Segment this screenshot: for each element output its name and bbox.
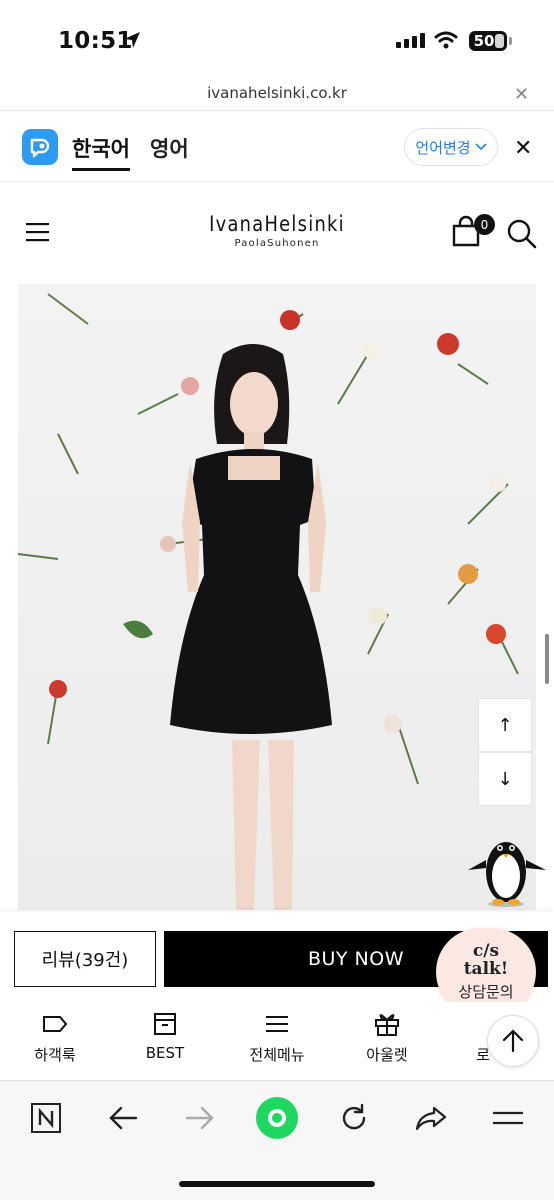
cs-talk-title: c/s talk!: [464, 942, 509, 978]
papago-icon: [22, 129, 58, 165]
share-icon[interactable]: [411, 1098, 451, 1138]
forward-arrow-icon[interactable]: [180, 1098, 220, 1138]
bottom-nav-label: BEST: [145, 1044, 185, 1062]
penguin-chat-icon[interactable]: [466, 826, 548, 908]
wifi-icon: [434, 31, 458, 49]
translate-close-icon[interactable]: ✕: [514, 136, 532, 161]
search-icon[interactable]: [506, 218, 538, 250]
back-arrow-icon[interactable]: [103, 1098, 143, 1138]
bottom-nav-item-wedding-guest[interactable]: 하객룩: [5, 1010, 105, 1065]
bottom-nav-item-outlet[interactable]: 아울렛: [337, 1010, 437, 1065]
divider: [0, 110, 554, 111]
green-dot-icon: [268, 1109, 286, 1127]
tab-active-underline: [72, 168, 130, 171]
close-icon[interactable]: ✕: [514, 84, 529, 105]
bottom-nav-label: 하객룩: [34, 1046, 76, 1064]
cart-count-badge: 0: [474, 214, 495, 235]
url-text[interactable]: ivanahelsinki.co.kr: [0, 84, 554, 102]
tab-korean[interactable]: 한국어: [72, 133, 130, 163]
menu-icon: [266, 1016, 288, 1032]
naver-home-icon[interactable]: [26, 1098, 66, 1138]
signal-icon: [396, 33, 425, 48]
box-icon: [154, 1013, 176, 1035]
battery-tip: [509, 37, 512, 45]
bottom-nav-label: 아울렛: [366, 1046, 408, 1064]
brand-logo[interactable]: IvanaHelsinki PaolaSuhonen: [170, 212, 384, 249]
tag-icon: [43, 1016, 68, 1032]
arrow-up-icon: [502, 1029, 524, 1053]
scroll-to-top-button[interactable]: [487, 1015, 539, 1067]
cs-talk-subtitle: 상담문의: [458, 983, 514, 1001]
cs-title-line1: c/s: [472, 941, 500, 961]
bottom-nav-label: 전체메뉴: [249, 1046, 305, 1064]
scroll-down-button[interactable]: ↓: [478, 752, 532, 806]
green-dot-button[interactable]: [256, 1097, 298, 1139]
gift-icon: [375, 1014, 399, 1036]
bottom-nav-item-all-menu[interactable]: 전체메뉴: [227, 1010, 327, 1065]
scroll-up-button[interactable]: ↑: [478, 698, 532, 752]
brand-name: IvanaHelsinki: [209, 212, 345, 236]
arrow-down-icon: ↓: [497, 768, 513, 790]
refresh-icon[interactable]: [334, 1098, 374, 1138]
cs-title-line2: talk!: [463, 959, 509, 979]
review-button[interactable]: 리뷰(39건): [14, 931, 156, 987]
arrow-up-icon: ↑: [497, 714, 513, 736]
divider: [0, 181, 554, 182]
tab-english[interactable]: 영어: [150, 133, 189, 163]
chevron-down-icon: [475, 143, 487, 151]
scroll-indicator[interactable]: [545, 634, 549, 684]
home-indicator: [179, 1181, 375, 1187]
change-language-button[interactable]: 언어변경: [404, 128, 498, 166]
hamburger-menu-icon[interactable]: [26, 222, 50, 242]
product-photo[interactable]: [18, 284, 536, 910]
battery-icon: 50: [469, 31, 507, 51]
change-language-label: 언어변경: [415, 138, 471, 157]
brand-subtitle: PaolaSuhonen: [234, 238, 320, 249]
battery-level: 50: [473, 32, 495, 50]
bottom-nav-item-best[interactable]: BEST: [115, 1010, 215, 1062]
more-menu-icon[interactable]: [488, 1098, 528, 1138]
location-arrow-icon: [124, 32, 140, 48]
